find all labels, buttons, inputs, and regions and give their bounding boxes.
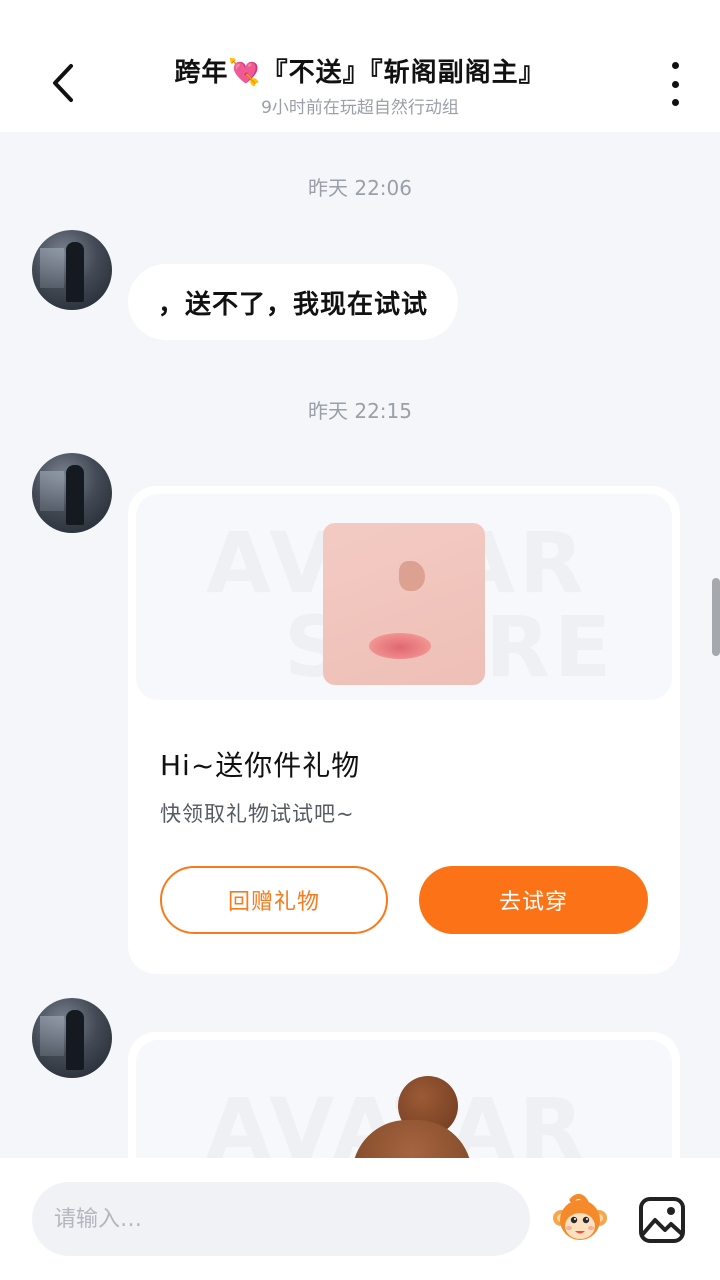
- timestamp: 昨天 22:15: [308, 399, 412, 423]
- return-gift-button[interactable]: 回赠礼物: [160, 866, 388, 934]
- more-vertical-icon: [671, 62, 679, 69]
- chat-title: 跨年💘『不送』『斩阁副阁主』: [174, 58, 546, 88]
- chevron-left-icon: [53, 64, 73, 102]
- message-input[interactable]: [32, 1182, 530, 1256]
- gift-card[interactable]: AVATAR STORE Hi~送你件礼物 快领取礼物试试吧~ 回赠礼物 去试穿: [128, 486, 680, 974]
- gift-title: Hi~送你件礼物: [160, 749, 361, 782]
- chat-title-block: 跨年💘『不送』『斩阁副阁主』 9小时前在玩超自然行动组: [110, 52, 610, 118]
- input-bar: [0, 1158, 720, 1280]
- chat-status: 9小时前在玩超自然行动组: [261, 98, 459, 118]
- monkey-mascot-icon: [553, 1194, 607, 1240]
- chat-header: 跨年💘『不送』『斩阁副阁主』 9小时前在玩超自然行动组: [0, 0, 720, 132]
- scrollbar[interactable]: [712, 578, 720, 656]
- mascot-button[interactable]: [552, 1194, 608, 1246]
- avatar[interactable]: [32, 230, 112, 310]
- more-button[interactable]: [660, 62, 690, 106]
- back-button[interactable]: [38, 58, 88, 108]
- timestamp: 昨天 22:06: [308, 176, 412, 200]
- image-icon: [639, 1197, 685, 1243]
- try-on-button[interactable]: 去试穿: [419, 866, 648, 934]
- gift-preview[interactable]: AVATAR STORE: [136, 494, 672, 700]
- gift-item-image: [323, 523, 485, 685]
- message-bubble: ，送不了，我现在试试: [128, 264, 459, 340]
- gift-description: 快领取礼物试试吧~: [160, 802, 355, 826]
- avatar[interactable]: [32, 998, 112, 1078]
- image-button[interactable]: [638, 1196, 686, 1244]
- chat-page: 跨年💘『不送』『斩阁副阁主』 9小时前在玩超自然行动组 昨天 22:06 ，送不…: [0, 0, 720, 1280]
- avatar[interactable]: [32, 453, 112, 533]
